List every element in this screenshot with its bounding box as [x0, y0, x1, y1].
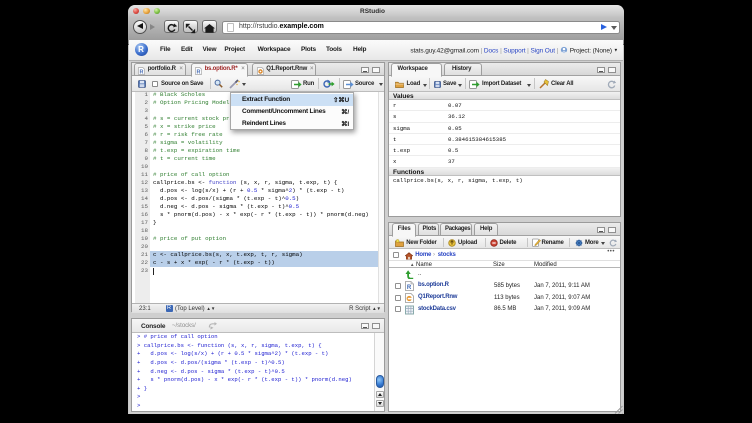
svg-text:R: R — [197, 69, 201, 75]
svg-text:R: R — [406, 285, 411, 291]
svg-text:R: R — [140, 69, 144, 75]
